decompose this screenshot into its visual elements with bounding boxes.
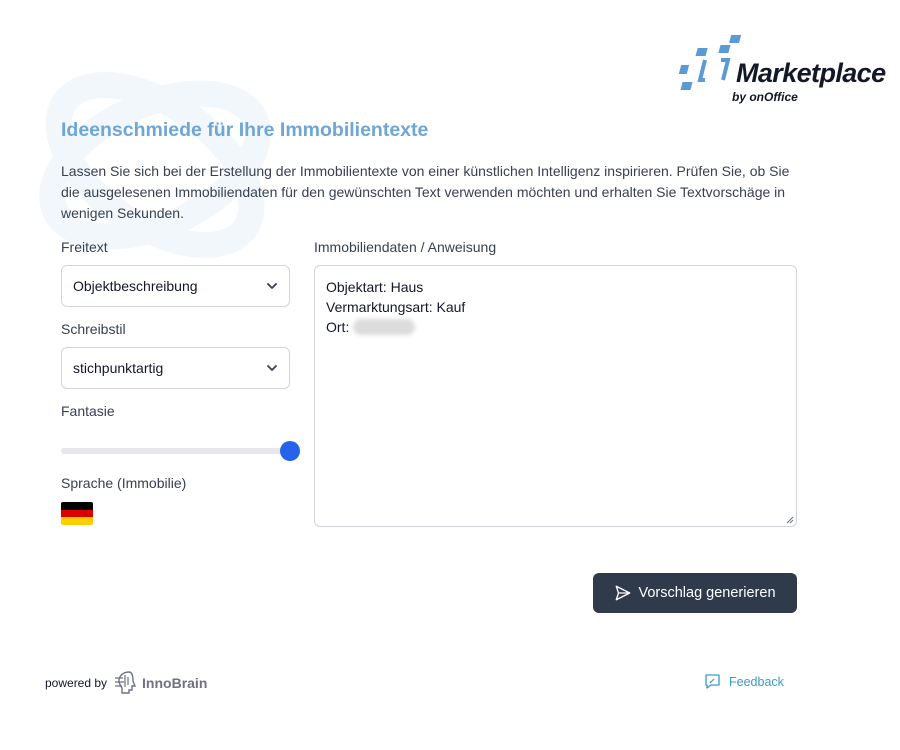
fantasie-label: Fantasie — [61, 403, 115, 419]
marketplace-logo: Marketplace by onOffice — [674, 32, 889, 106]
slider-thumb[interactable] — [280, 441, 300, 461]
textarea-line-objektart: Objektart: Haus — [326, 279, 424, 295]
generate-button-label: Vorschlag generieren — [638, 585, 776, 601]
page-title: Ideenschmiede für Ihre Immobilientexte — [61, 119, 429, 141]
feedback-link[interactable]: Feedback — [704, 673, 784, 690]
intro-text: Lassen Sie sich bei der Erstellung der I… — [61, 163, 790, 221]
immobiliendaten-textarea[interactable]: Objektart: Haus Vermarktungsart: Kauf Or… — [314, 265, 797, 527]
chevron-down-icon — [267, 365, 277, 371]
flag-stripe-black — [61, 502, 93, 510]
schreibstil-select[interactable]: stichpunktartig — [61, 347, 290, 389]
logo-byline: by onOffice — [732, 90, 798, 104]
textarea-line-vermarktungsart: Vermarktungsart: Kauf — [326, 299, 466, 315]
redacted-location — [353, 319, 416, 335]
slider-track — [61, 448, 290, 454]
schreibstil-value: stichpunktartig — [73, 360, 164, 376]
resize-handle-icon[interactable] — [786, 516, 794, 524]
powered-by: powered by InnoBrain — [45, 668, 207, 698]
fantasie-slider[interactable] — [61, 440, 300, 462]
sprache-label: Sprache (Immobilie) — [61, 475, 187, 491]
freitext-select[interactable]: Objektbeschreibung — [61, 265, 290, 307]
send-icon — [616, 585, 631, 601]
powered-by-label: powered by — [45, 676, 108, 690]
flag-stripe-gold — [61, 517, 93, 525]
feedback-icon — [705, 674, 720, 689]
german-flag-icon[interactable] — [61, 502, 93, 525]
generate-suggestion-button[interactable]: Vorschlag generieren — [593, 573, 797, 613]
freitext-label: Freitext — [61, 239, 108, 255]
flag-stripe-red — [61, 509, 93, 518]
freitext-value: Objektbeschreibung — [73, 278, 198, 294]
innobrain-name: InnoBrain — [142, 675, 208, 691]
ort-label: Ort: — [326, 319, 350, 335]
innobrain-logo[interactable]: InnoBrain — [115, 669, 207, 697]
feedback-label: Feedback — [729, 674, 784, 689]
chevron-down-icon — [267, 283, 277, 289]
logo-wordmark: Marketplace — [736, 58, 886, 88]
immobiliendaten-label: Immobiliendaten / Anweisung — [314, 239, 497, 255]
schreibstil-label: Schreibstil — [61, 321, 126, 337]
innobrain-logo-icon — [115, 671, 137, 694]
textarea-line-ort: Ort: — [326, 317, 785, 337]
